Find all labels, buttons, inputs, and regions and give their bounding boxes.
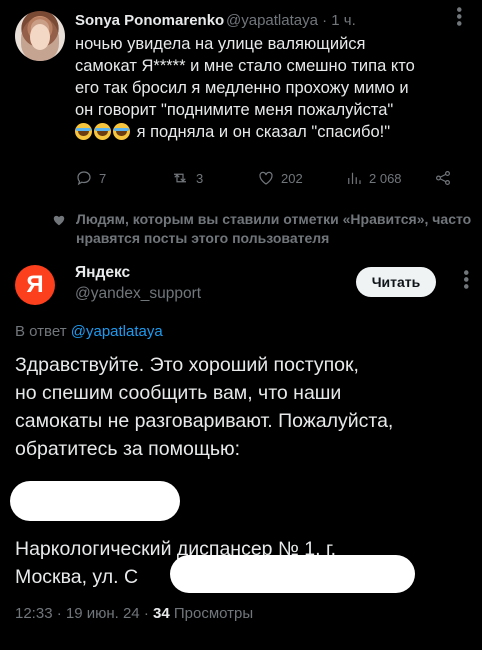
follow-button[interactable]: Читать [356,267,436,297]
reply-icon [77,171,91,186]
social-context-text: Людям, которым вы ставили отметки «Нрави… [76,211,472,246]
author-handle[interactable]: @yandex_support [75,285,201,303]
tweet-metadata: 12:33 · 19 июн. 24 · 34 Просмотры [15,605,253,622]
views-count: 34 [153,605,170,622]
tweet-text-line: он говорит "поднимите меня пожалуйста" [75,101,394,119]
tweet-text: Здравствуйте. Это хороший поступок, но с… [15,351,470,463]
like-count: 202 [281,170,303,186]
views-label: Просмотры [173,605,254,622]
author-handle-time[interactable]: @yapatlataya · 1 ч. [226,12,356,29]
author-name[interactable]: Sonya Ponomarenko [75,12,224,29]
crying-face-icon [94,123,111,140]
reply-button[interactable]: 7 [75,166,106,190]
timestamp[interactable]: 12:33 · 19 июн. 24 · [15,605,149,622]
share-icon [436,171,450,185]
tweet-text-line: самокаты не разговаривают. Пожалуйста, [15,410,394,432]
avatar[interactable]: Я [15,265,55,305]
heart-icon [259,171,273,185]
avatar[interactable] [15,11,65,61]
redaction-mark [10,481,180,521]
tweet-text-line: обратитесь за помощью: [15,438,241,460]
tweet-text-line: я подняла и он сказал "спасибо!" [75,121,465,143]
retweet-count: 3 [196,170,204,186]
reply-to-handle-link[interactable]: @yapatlataya [71,323,163,340]
views-button[interactable]: 2 068 [345,166,402,190]
reply-context: В ответ @yapatlataya [15,323,163,340]
retweet-icon [174,173,186,183]
redaction-mark [170,555,415,593]
crying-face-icon [113,123,130,140]
reply-count: 7 [99,170,107,186]
like-button[interactable]: 202 [257,166,303,190]
more-options-icon[interactable]: ••• [448,7,468,28]
more-options-icon[interactable]: ••• [455,270,475,291]
tweet-text-line: его так бросил я медленно прохожу мимо и [75,79,409,97]
tweet-text-line: ночью увидела на улице валяющийся [75,35,366,53]
views-count: 2 068 [369,170,402,186]
analytics-icon [348,172,361,184]
tweet-text-line: но спешим сообщить вам, что наши [15,382,342,404]
heart-icon [53,215,65,226]
share-button[interactable] [434,166,452,190]
tweet-text: ночью увидела на улице валяющийся самока… [75,33,465,143]
crying-face-icon [75,123,92,140]
tweet-text-line: Здравствуйте. Это хороший поступок, [15,354,359,376]
author-name[interactable]: Яндекс [75,264,130,282]
tweet-text-line: самокат Я***** и мне стало смешно типа к… [75,57,415,75]
retweet-button[interactable]: 3 [170,166,203,190]
